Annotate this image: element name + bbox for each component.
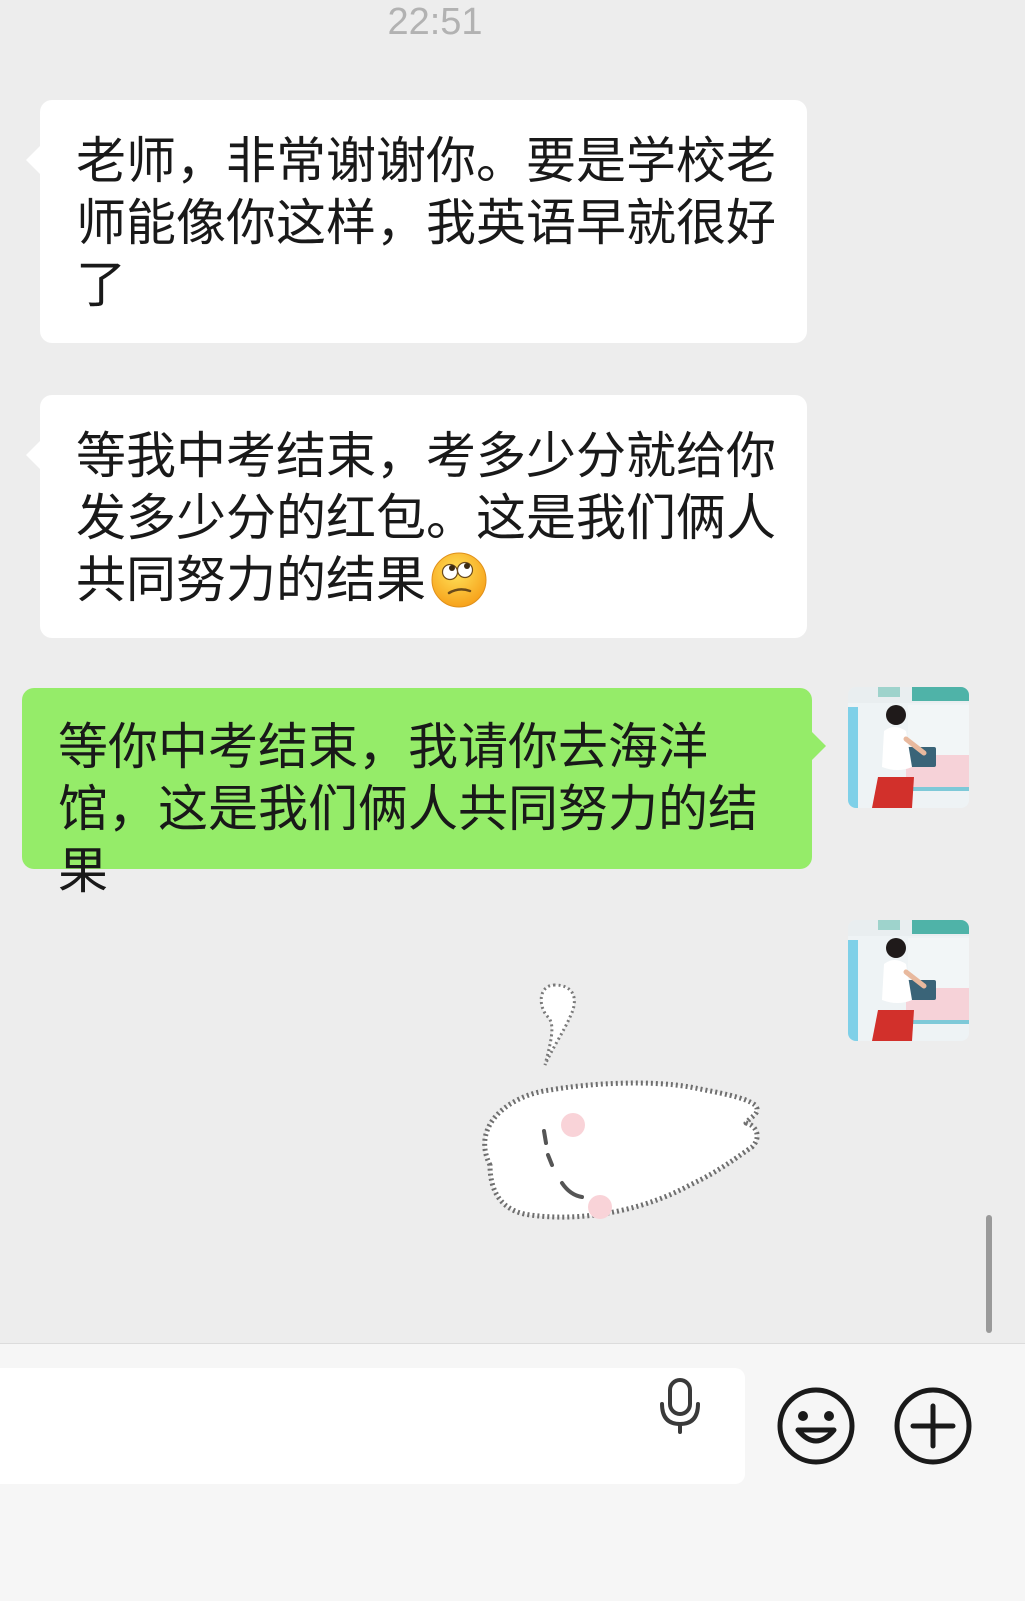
emoji-icon[interactable] — [776, 1386, 856, 1466]
microphone-icon[interactable] — [650, 1374, 710, 1434]
outgoing-message-bubble[interactable]: 等你中考结束，我请你去海洋馆，这是我们俩人共同努力的结果 — [22, 688, 826, 900]
user-avatar-photo-icon — [848, 920, 969, 1041]
message-timestamp: 22:51 — [387, 1, 483, 43]
ghost-sticker-icon — [482, 983, 760, 1220]
chat-scrollbar[interactable] — [986, 1215, 992, 1333]
user-avatar-photo-icon — [848, 687, 969, 808]
chat-input-bar — [0, 1343, 1025, 1601]
message-text: 老师，非常谢谢你。要是学校老师能像你这样，我英语早就很好了 — [76, 132, 776, 314]
plus-icon[interactable] — [893, 1386, 973, 1466]
message-input[interactable] — [0, 1368, 745, 1484]
incoming-message-bubble[interactable]: 等我中考结束，考多少分就给你发多少分的红包。这是我们俩人共同努力的结果 — [26, 395, 807, 638]
message-text: 等我中考结束，考多少分就给你发多少分的红包。这是我们俩人共同努力的结果 — [76, 427, 776, 609]
user-avatar[interactable] — [848, 687, 969, 808]
message-text: 等你中考结束，我请你去海洋馆，这是我们俩人共同努力的结果 — [58, 718, 758, 900]
user-avatar[interactable] — [848, 920, 969, 1041]
incoming-message-bubble[interactable]: 老师，非常谢谢你。要是学校老师能像你这样，我英语早就很好了 — [26, 100, 807, 343]
lying-ghost-sticker[interactable] — [470, 975, 770, 1235]
confused-face-emoji-icon — [430, 551, 488, 623]
